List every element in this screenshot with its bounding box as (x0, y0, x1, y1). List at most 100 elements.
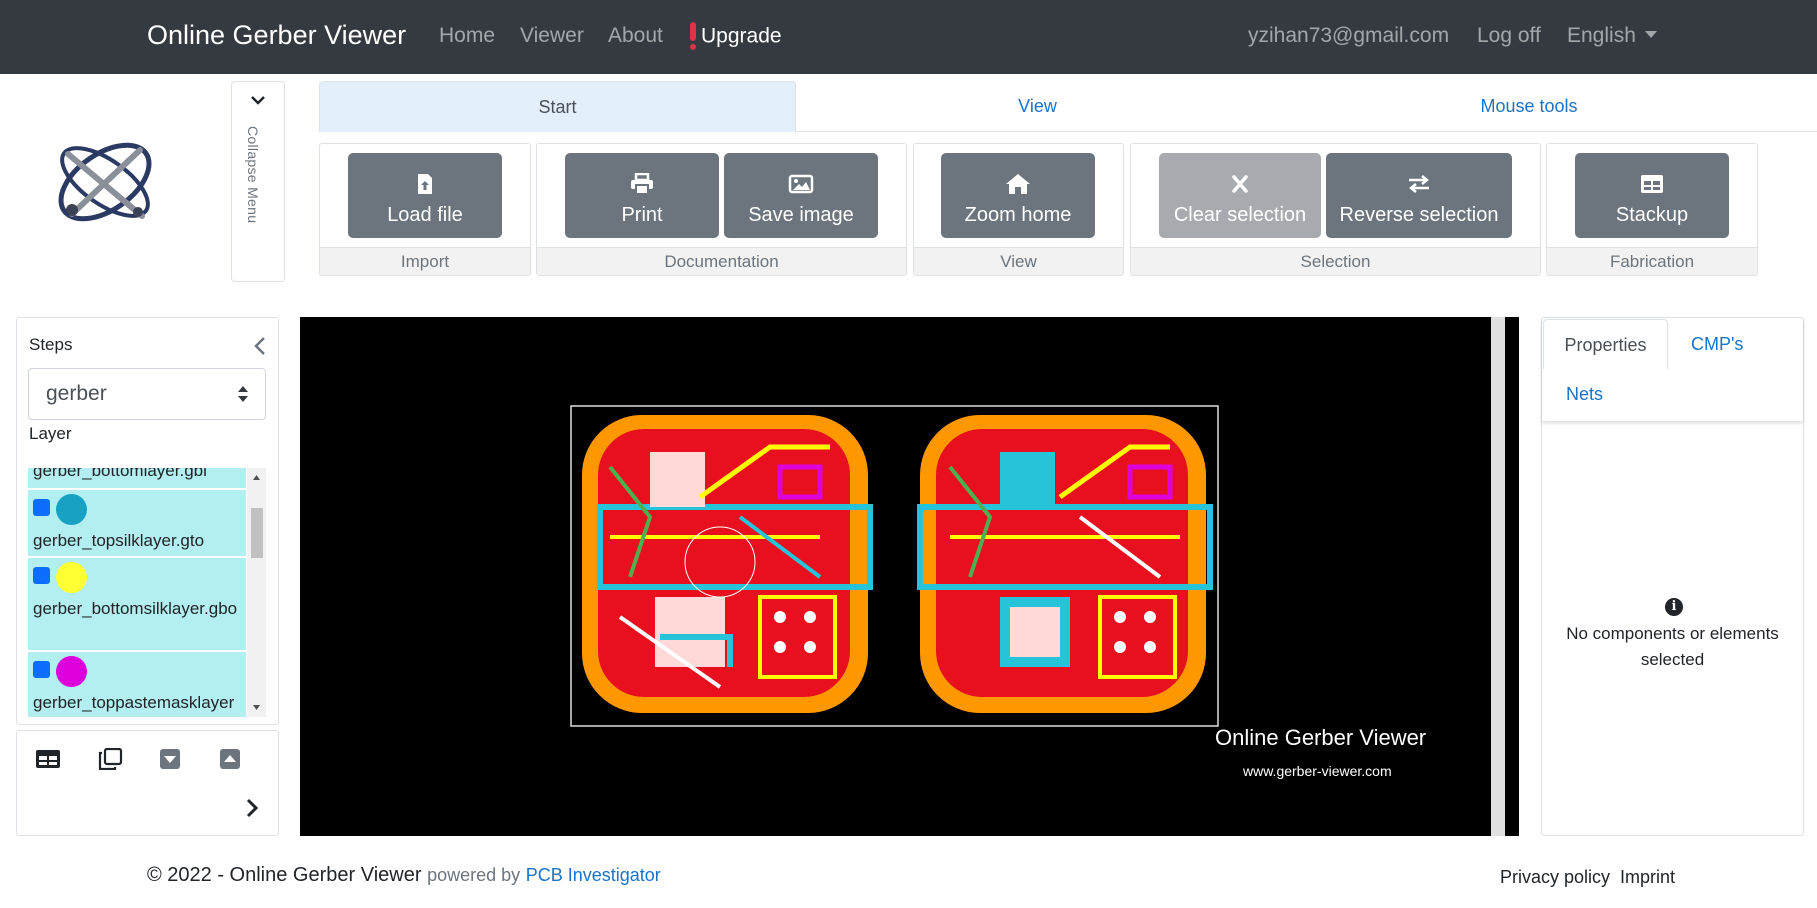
app-logo (50, 130, 160, 230)
layer-list-scrollbar[interactable] (247, 468, 266, 717)
print-button[interactable]: Print (565, 153, 719, 238)
tab-start[interactable]: Start (319, 81, 796, 132)
tab-cmps[interactable]: CMP's (1691, 334, 1743, 355)
info-icon: i (1665, 598, 1683, 616)
group-label-view: View (914, 247, 1123, 275)
nav-about[interactable]: About (608, 24, 663, 48)
chevron-down-icon (251, 96, 265, 105)
save-image-button[interactable]: Save image (724, 153, 878, 238)
printer-icon (631, 173, 653, 195)
group-documentation: Print Save image Documentation (536, 143, 907, 276)
chevron-right-icon[interactable] (245, 797, 259, 819)
file-upload-icon (418, 174, 432, 194)
group-label-import: Import (320, 247, 530, 275)
group-label-fabrication: Fabrication (1547, 247, 1757, 275)
tab-view[interactable]: View (796, 81, 1279, 132)
image-icon (788, 174, 814, 194)
save-image-label: Save image (748, 204, 854, 226)
zoom-home-label: Zoom home (964, 204, 1072, 226)
group-selection: Clear selection Reverse selection Select… (1130, 143, 1541, 276)
caret-down-icon (1644, 30, 1657, 38)
layer-color-swatch[interactable] (56, 494, 87, 525)
layer-name: gerber_bottomlayer.gbl (33, 468, 207, 480)
caret-square-up-icon[interactable] (217, 748, 243, 770)
properties-panel: Properties CMP's Nets i No components or… (1541, 317, 1804, 836)
group-label-selection: Selection (1131, 247, 1540, 275)
nav-user-email[interactable]: yzihan73@gmail.com (1248, 24, 1449, 48)
pcb-board-left (582, 415, 873, 713)
scrollbar-thumb[interactable] (251, 508, 263, 558)
clear-selection-label: Clear selection (1173, 204, 1307, 226)
upgrade-label: Upgrade (701, 24, 782, 48)
layer-item[interactable]: gerber_topsilklayer.gto (28, 490, 246, 558)
nav-logoff[interactable]: Log off (1477, 24, 1541, 48)
empty-selection-message: No components or elements selected (1566, 624, 1779, 669)
tab-properties[interactable]: Properties (1543, 319, 1668, 369)
load-file-label: Load file (387, 204, 463, 226)
steps-select-value: gerber (46, 382, 107, 405)
layer-item[interactable]: gerber_toppastemasklayer (28, 652, 246, 717)
ribbon-tabs: Start View Mouse tools (319, 81, 1817, 132)
zoom-home-button[interactable]: Zoom home (941, 153, 1095, 238)
load-file-button[interactable]: Load file (348, 153, 502, 238)
table-icon[interactable] (35, 748, 61, 770)
layer-name: gerber_toppastemasklayer (33, 693, 235, 712)
layer-label: Layer (29, 424, 72, 443)
collapse-menu-toggle[interactable]: Collapse Menu (231, 81, 285, 282)
group-view: Zoom home View (913, 143, 1124, 276)
layer-color-swatch[interactable] (56, 562, 87, 593)
tab-nets[interactable]: Nets (1566, 384, 1603, 405)
layer-visibility-checkbox[interactable] (33, 567, 50, 584)
powered-by-text: powered by (427, 865, 521, 885)
print-label: Print (621, 204, 663, 226)
privacy-policy-link[interactable]: Privacy policy (1500, 867, 1610, 888)
close-icon (1232, 175, 1248, 193)
footer-copyright: © 2022 - Online Gerber Viewer powered by… (147, 864, 661, 887)
layers-panel: Steps gerber Layer gerber_bottomlayer.gb… (16, 317, 279, 725)
layer-visibility-checkbox[interactable] (33, 499, 50, 516)
group-label-documentation: Documentation (537, 247, 906, 275)
chevron-left-icon[interactable] (253, 336, 267, 356)
scroll-down-icon[interactable] (252, 704, 261, 711)
watermark-url: www.gerber-viewer.com (1243, 763, 1392, 779)
nav-viewer[interactable]: Viewer (520, 24, 584, 48)
stackup-button[interactable]: Stackup (1575, 153, 1729, 238)
nav-upgrade[interactable]: Upgrade (689, 22, 782, 50)
group-fabrication: Stackup Fabrication (1546, 143, 1758, 276)
top-navbar: Online Gerber Viewer Home Viewer About U… (0, 0, 1817, 74)
pcb-investigator-link[interactable]: PCB Investigator (526, 865, 661, 885)
pcb-render (570, 405, 1219, 727)
layer-tools-panel (16, 730, 279, 836)
reverse-selection-button[interactable]: Reverse selection (1326, 153, 1512, 238)
gerber-canvas[interactable]: Online Gerber Viewer www.gerber-viewer.c… (300, 317, 1519, 836)
table-icon (1641, 175, 1663, 193)
scroll-up-icon[interactable] (252, 474, 261, 481)
collapse-menu-label: Collapse Menu (245, 126, 261, 224)
tab-mouse-tools[interactable]: Mouse tools (1279, 81, 1779, 132)
exchange-icon (1408, 175, 1430, 193)
sort-arrows-icon (238, 386, 248, 402)
canvas-scrollbar[interactable] (1491, 317, 1505, 836)
watermark-title: Online Gerber Viewer (1215, 725, 1427, 750)
group-import: Load file Import (319, 143, 531, 276)
stackup-label: Stackup (1615, 204, 1689, 226)
language-dropdown[interactable]: English (1567, 24, 1657, 48)
imprint-link[interactable]: Imprint (1620, 867, 1675, 888)
layer-item[interactable]: gerber_bottomlayer.gbl (28, 468, 246, 490)
layer-visibility-checkbox[interactable] (33, 661, 50, 678)
copyright-text: © 2022 - Online Gerber Viewer (147, 864, 422, 886)
layer-color-swatch[interactable] (56, 656, 87, 687)
steps-select[interactable]: gerber (28, 368, 266, 420)
layer-list: gerber_bottomlayer.gbl gerber_topsilklay… (28, 468, 266, 717)
layer-item[interactable]: gerber_bottomsilklayer.gbo (28, 558, 246, 652)
nav-home[interactable]: Home (439, 24, 495, 48)
canvas-edge (1505, 317, 1519, 836)
brand-link[interactable]: Online Gerber Viewer (147, 20, 406, 51)
caret-square-down-icon[interactable] (157, 748, 183, 770)
language-label: English (1567, 24, 1636, 47)
reverse-selection-label: Reverse selection (1339, 204, 1499, 226)
copy-icon[interactable] (97, 748, 123, 770)
clear-selection-button[interactable]: Clear selection (1159, 153, 1321, 238)
properties-tabs: Properties CMP's Nets (1542, 318, 1803, 421)
home-icon (1006, 174, 1030, 194)
